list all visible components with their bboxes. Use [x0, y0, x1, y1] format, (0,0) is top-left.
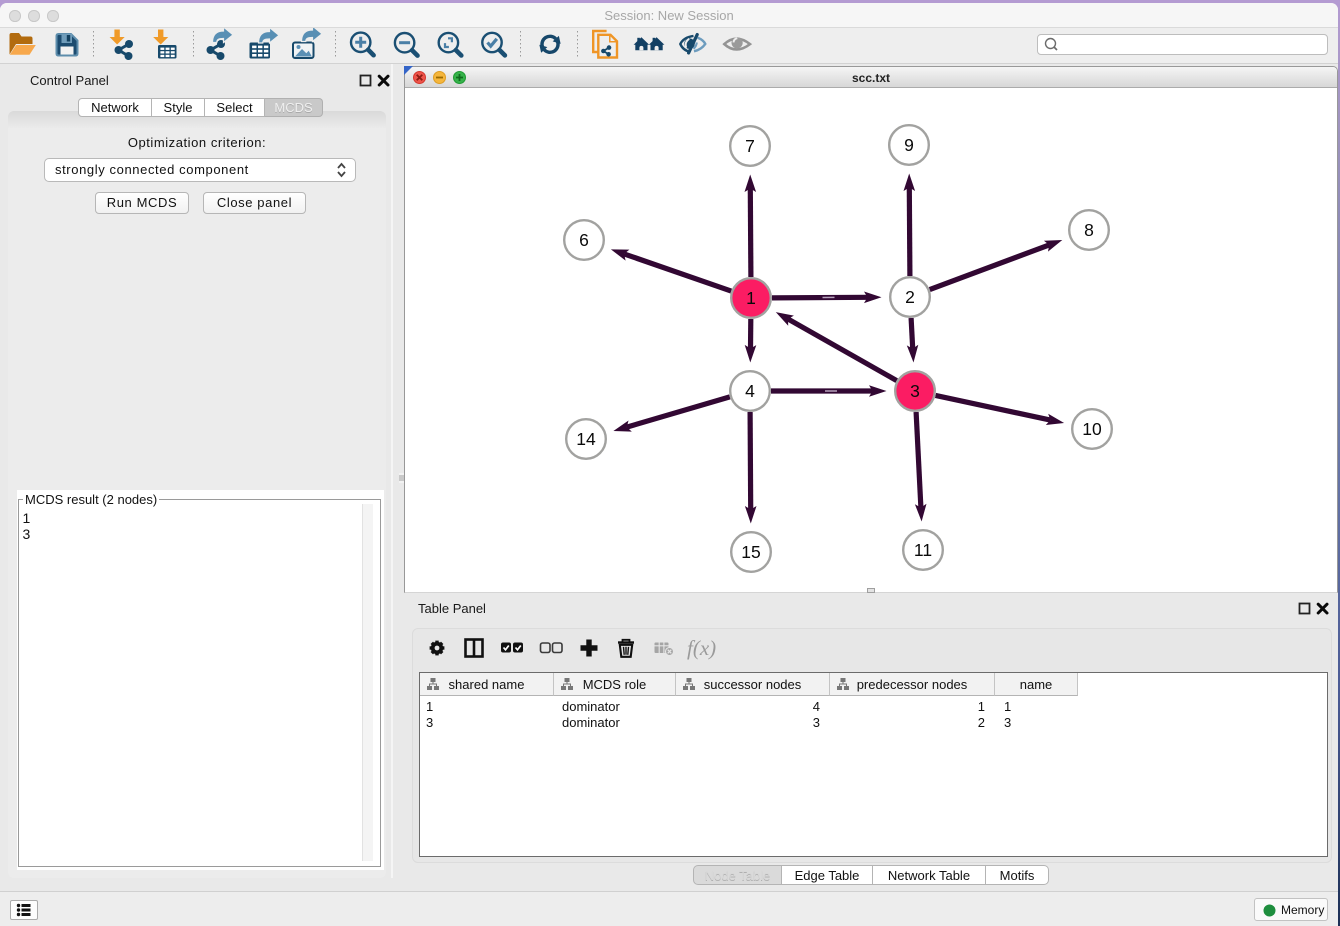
svg-text:8: 8 [1084, 220, 1094, 240]
svg-text:1: 1 [746, 288, 756, 308]
svg-text:f(x): f(x) [687, 636, 716, 660]
svg-text:15: 15 [741, 542, 760, 562]
svg-text:2: 2 [905, 287, 915, 307]
svg-text:4: 4 [745, 381, 755, 401]
svg-text:7: 7 [745, 136, 755, 156]
svg-text:3: 3 [910, 381, 920, 401]
svg-text:14: 14 [576, 429, 596, 449]
svg-text:6: 6 [579, 230, 589, 250]
svg-text:9: 9 [904, 135, 914, 155]
svg-text:11: 11 [914, 540, 932, 560]
svg-text:10: 10 [1082, 419, 1102, 439]
